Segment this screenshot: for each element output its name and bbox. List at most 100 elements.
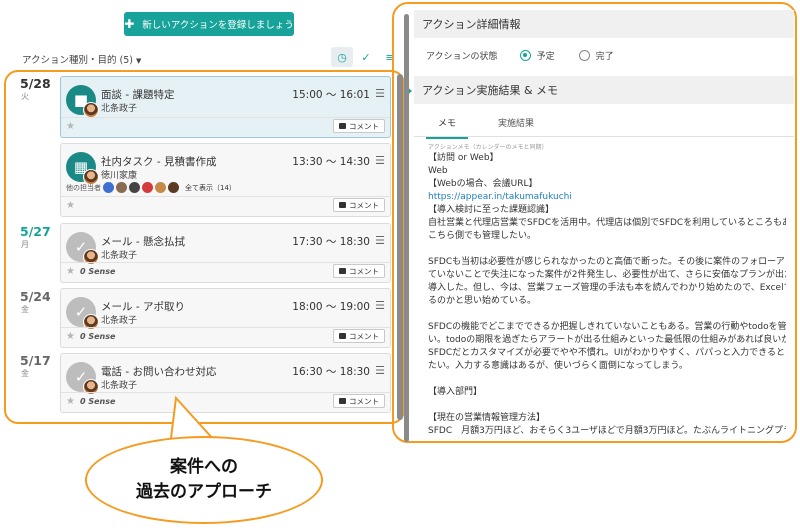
detail-header: アクション詳細情報 (414, 10, 794, 38)
comment-icon (339, 123, 346, 129)
other-assignees: 他の担当者 全て表示（14） (66, 182, 236, 193)
comment-label: コメント (349, 396, 379, 406)
assignee-avatar[interactable] (116, 182, 127, 193)
menu-icon[interactable]: ☰ (375, 364, 385, 377)
check-icon[interactable]: ✓ (355, 47, 377, 67)
tab-divider (414, 136, 794, 137)
memo-blank-line (428, 399, 786, 412)
card-divider (61, 117, 390, 118)
detail-title: アクション詳細情報 (422, 18, 521, 31)
memo-caption: アクションメモ（カレンダーのメモと同期） (428, 144, 548, 151)
show-all-link[interactable]: 全て表示（14） (185, 183, 236, 193)
avatar: ■ (66, 85, 99, 118)
memo-line: 【現在の営業情報管理方法】 (428, 413, 546, 423)
star-icon[interactable]: ★ (66, 200, 75, 211)
comment-button[interactable]: コメント (333, 329, 385, 343)
memo-line: https://appear.in/takumafukuchi (428, 192, 572, 202)
sense-count: 0 Sense (80, 332, 116, 341)
new-action-label: 新しいアクションを登録しましょう (142, 20, 294, 31)
comment-button[interactable]: コメント (333, 119, 385, 133)
comment-icon (339, 333, 346, 339)
clock-icon[interactable]: ◷ (331, 47, 353, 67)
assignee-avatar[interactable] (103, 182, 114, 193)
result-title: アクション実施結果 & メモ (422, 84, 559, 97)
card-divider (61, 262, 390, 263)
comment-label: コメント (349, 331, 379, 341)
comment-icon (339, 202, 346, 208)
filter-label: アクション種別・目的 (5) (22, 55, 134, 66)
action-card[interactable]: ▦ 社内タスク - 見積書作成 徳川家康 13:30 〜 14:30 ☰ 他の担… (60, 143, 391, 217)
detail-scrollbar[interactable] (404, 14, 409, 442)
card-person: 北条政子 (101, 381, 138, 391)
card-time: 15:00 〜 16:01 (292, 89, 370, 101)
action-card[interactable]: ✓ メール - 懸念払拭 北条政子 17:30 〜 18:30 ☰ ★ 0 Se… (60, 223, 391, 283)
memo-line: Web (428, 166, 448, 176)
others-label: 他の担当者 (66, 183, 101, 192)
comment-button[interactable]: コメント (333, 198, 385, 212)
memo-body[interactable]: 【訪問 or Web】 Web 【Webの場合、会議URL】 https://appe… (428, 152, 786, 438)
menu-icon[interactable]: ☰ (375, 299, 385, 312)
card-title: 電話 - お問い合わせ対応 (101, 366, 217, 378)
memo-line: こちら側でも管理したい。 (428, 231, 537, 241)
new-action-button[interactable]: ✚ 新しいアクションを登録しましょう (124, 12, 294, 36)
memo-line: たい。入力する意識はあるが、使いづらく面倒になってしまう。 (428, 361, 688, 371)
comment-button[interactable]: コメント (333, 394, 385, 408)
action-type-filter[interactable]: アクション種別・目的 (5) ▼ (22, 52, 141, 66)
card-divider (61, 327, 390, 328)
person-avatar (83, 102, 99, 118)
status-option-planned[interactable]: 予定 (537, 49, 555, 62)
memo-line: 【訪問 or Web】 (428, 153, 499, 163)
date-weekday: 金 (21, 305, 29, 314)
action-card[interactable]: ■ 面談 - 課題特定 北条政子 15:00 〜 16:01 ☰ ★ コメント (60, 76, 391, 138)
card-time: 17:30 〜 18:30 (292, 236, 370, 248)
status-label: アクションの状態 (426, 52, 498, 62)
action-card[interactable]: ✓ 電話 - お問い合わせ対応 北条政子 16:30 〜 18:30 ☰ ★ 0… (60, 353, 391, 413)
memo-line: 【導入部門】 (428, 387, 483, 397)
assignee-avatar[interactable] (129, 182, 140, 193)
status-option-done[interactable]: 完了 (596, 49, 614, 62)
star-icon[interactable]: ★ (66, 331, 75, 342)
menu-icon[interactable]: ☰ (375, 234, 385, 247)
assignee-avatar[interactable] (142, 182, 153, 193)
star-icon[interactable]: ★ (66, 396, 75, 407)
memo-blank-line (428, 373, 786, 386)
card-title: メール - アポ取り (101, 301, 185, 313)
callout-bubble: 案件への 過去のアプローチ (85, 436, 323, 524)
comment-button[interactable]: コメント (333, 264, 385, 278)
memo-line: 自社営業と代理店営業でSFDCを活用中。代理店は個別でSFDCを利用しているとこ… (428, 218, 786, 228)
star-icon[interactable]: ★ (66, 121, 75, 132)
menu-icon[interactable]: ☰ (375, 154, 385, 167)
date-weekday: 火 (21, 92, 29, 101)
action-card[interactable]: ✓ メール - アポ取り 北条政子 18:00 〜 19:00 ☰ ★ 0 Se… (60, 288, 391, 348)
add-action-icon: ✚ (124, 17, 135, 31)
date-5-28: 5/28 火 (20, 76, 51, 102)
card-title: 社内タスク - 見積書作成 (101, 156, 217, 168)
menu-icon[interactable]: ☰ (375, 87, 385, 100)
card-time: 18:00 〜 19:00 (292, 301, 370, 313)
memo-line: るのかと思い始めている。 (428, 296, 537, 306)
assignee-avatar[interactable] (168, 182, 179, 193)
comment-icon (339, 398, 346, 404)
memo-blank-line (428, 243, 786, 256)
card-person: 徳川家康 (101, 171, 138, 181)
avatar: ✓ (66, 232, 99, 265)
avatar: ▦ (66, 152, 99, 185)
status-radio-done[interactable] (578, 50, 590, 61)
view-toolbar: ◷ ✓ ≡ (331, 47, 401, 67)
date-day: 5/27 (20, 224, 51, 239)
avatar: ✓ (66, 362, 99, 395)
date-day: 5/28 (20, 76, 51, 91)
comment-icon (339, 268, 346, 274)
avatar: ✓ (66, 297, 99, 330)
date-day: 5/17 (20, 353, 51, 368)
comment-label: コメント (349, 121, 379, 131)
memo-blank-line (428, 308, 786, 321)
date-5-17: 5/17 金 (20, 353, 51, 379)
assignee-avatar[interactable] (155, 182, 166, 193)
status-row: アクションの状態 予定 完了 (426, 49, 614, 62)
date-weekday: 金 (21, 369, 29, 378)
star-icon[interactable]: ★ (66, 266, 75, 277)
status-radio-planned[interactable] (519, 50, 531, 61)
card-time: 13:30 〜 14:30 (292, 156, 370, 168)
date-5-24: 5/24 金 (20, 289, 51, 315)
